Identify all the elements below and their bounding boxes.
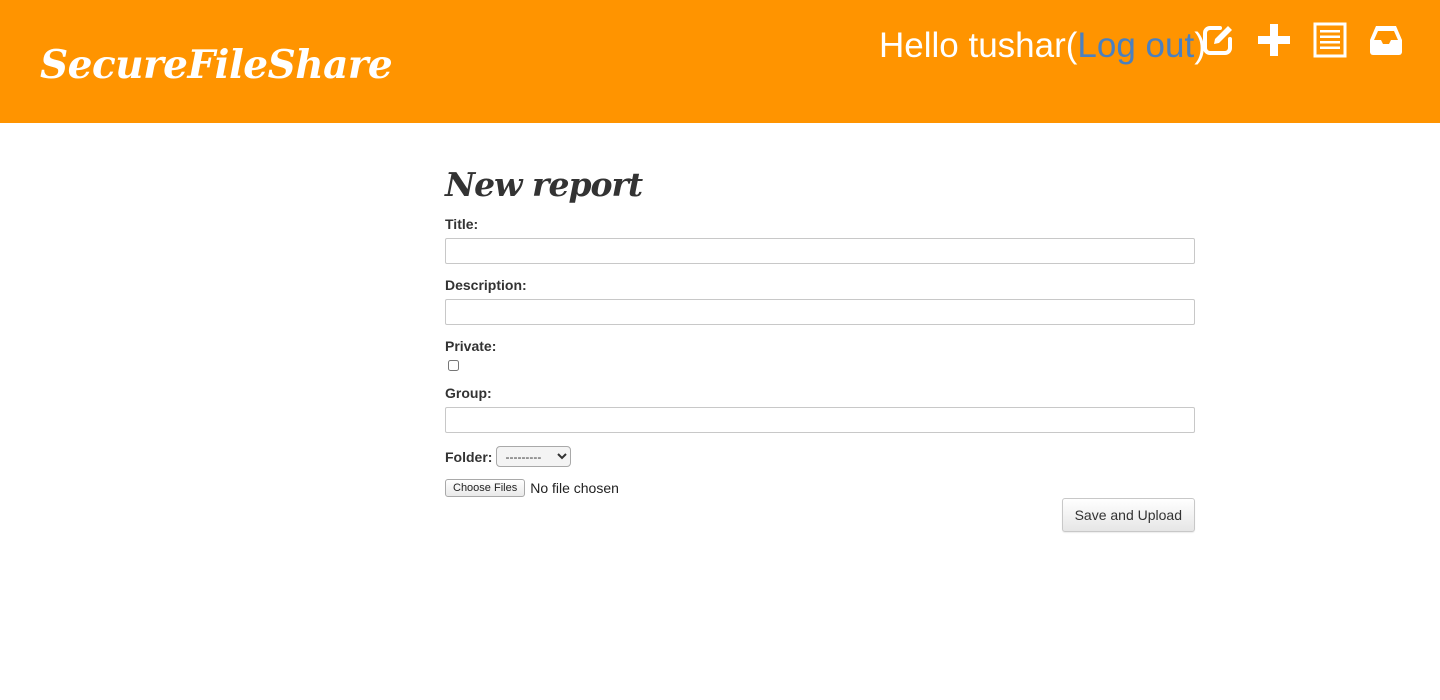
- plus-icon[interactable]: [1254, 20, 1294, 60]
- edit-icon[interactable]: [1198, 20, 1238, 60]
- description-input[interactable]: [445, 299, 1195, 325]
- title-label: Title:: [445, 216, 479, 232]
- choose-files-button[interactable]: Choose Files: [445, 479, 526, 497]
- top-header: SecureFileShare Hello tushar(Log out): [0, 0, 1440, 123]
- file-upload-row: Choose Files No file chosen: [445, 479, 1195, 497]
- folder-select[interactable]: ---------: [496, 446, 572, 467]
- file-status-text: No file chosen: [530, 480, 619, 496]
- group-input[interactable]: [445, 407, 1195, 433]
- brand-logo[interactable]: SecureFileShare: [40, 42, 393, 88]
- private-label: Private:: [445, 338, 497, 354]
- inbox-icon[interactable]: [1366, 20, 1406, 60]
- page-title: New report: [445, 165, 643, 204]
- greeting-text: Hello tushar: [879, 26, 1066, 65]
- private-checkbox[interactable]: [448, 360, 459, 371]
- title-input[interactable]: [445, 238, 1195, 264]
- description-label: Description:: [445, 277, 527, 293]
- header-icon-bar: [1198, 20, 1406, 60]
- open-paren: (: [1065, 26, 1078, 65]
- save-and-upload-button[interactable]: Save and Upload: [1061, 498, 1195, 532]
- submit-row: Save and Upload: [445, 498, 1195, 532]
- folder-row: Folder: ---------: [445, 446, 1195, 467]
- report-form: New report Title: Description: Private: …: [445, 160, 1195, 532]
- logout-link[interactable]: Log out: [1077, 26, 1194, 65]
- folder-label: Folder:: [445, 448, 493, 465]
- group-label: Group:: [445, 385, 492, 401]
- user-greeting: Hello tushar(Log out): [879, 26, 1206, 66]
- list-icon[interactable]: [1310, 20, 1350, 60]
